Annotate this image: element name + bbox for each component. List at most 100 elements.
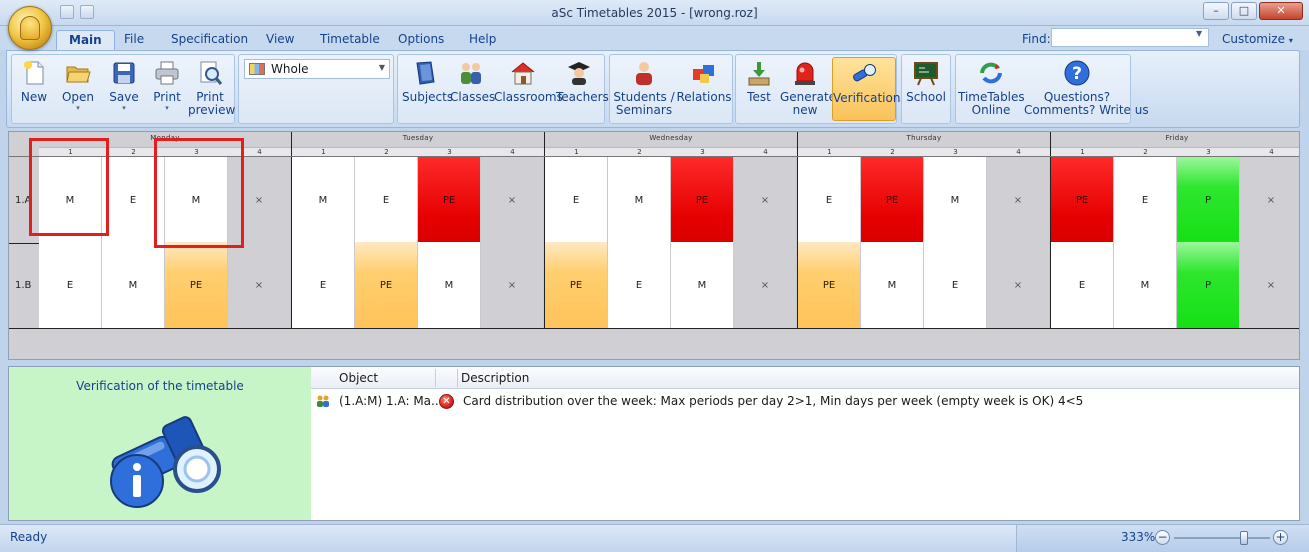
day-header: Thursday	[906, 134, 942, 142]
lesson-card[interactable]: PE	[671, 157, 734, 243]
save-button[interactable]: Save ▾	[104, 59, 144, 112]
relations-button[interactable]: Relations	[676, 59, 732, 104]
timetable-grid: Monday 1 2 3 4 Tuesday 1 2 3 4 Wednesday 1 2 3 4 Thursd…	[8, 131, 1300, 360]
customize-button[interactable]: Customize ▾	[1222, 32, 1293, 46]
lesson-card[interactable]: E	[545, 157, 608, 243]
flashlight-info-icon	[110, 416, 221, 508]
description-column-header[interactable]: Description	[461, 371, 529, 385]
lesson-card[interactable]: E	[924, 242, 987, 328]
tab-timetable[interactable]: Timetable	[308, 30, 392, 50]
test-icon	[748, 62, 770, 86]
table-view-icon	[249, 63, 265, 75]
lesson-card[interactable]: PE	[545, 242, 608, 328]
book-icon	[416, 61, 435, 85]
lesson-card[interactable]: PE	[861, 157, 924, 243]
lesson-card[interactable]: P	[1177, 242, 1240, 328]
window-title: aSc Timetables 2015 - [wrong.roz]	[551, 6, 758, 20]
empty-slot[interactable]: ×	[987, 157, 1050, 243]
lesson-card[interactable]: E	[1051, 242, 1114, 328]
lesson-card[interactable]: M	[608, 157, 671, 243]
open-button[interactable]: Open ▾	[56, 59, 100, 112]
empty-slot[interactable]: ×	[987, 242, 1050, 328]
puzzle-icon	[693, 65, 714, 83]
empty-slot[interactable]: ×	[228, 242, 291, 328]
lesson-card[interactable]: M	[671, 242, 734, 328]
generate-new-button[interactable]: Generate new	[780, 59, 836, 117]
students-seminars-button[interactable]: Students / Seminars	[612, 59, 676, 117]
lesson-card[interactable]: M	[102, 242, 165, 328]
tab-view[interactable]: View	[254, 30, 306, 50]
test-button[interactable]: Test	[740, 59, 778, 104]
lesson-card[interactable]: PE	[798, 242, 861, 328]
zoom-in-button[interactable]: +	[1273, 530, 1288, 545]
app-menu-button[interactable]	[8, 6, 52, 50]
find-input[interactable]	[1051, 28, 1209, 47]
lesson-card[interactable]: P	[1177, 157, 1240, 243]
lesson-card[interactable]: E	[355, 157, 418, 243]
lesson-card[interactable]: PE	[165, 242, 228, 328]
window-controls: – □ ✕	[1203, 2, 1303, 20]
subjects-button[interactable]: Subjects	[402, 59, 453, 104]
lesson-card[interactable]: PE	[355, 242, 418, 328]
blackboard-icon	[914, 62, 938, 86]
tab-file[interactable]: File	[112, 30, 156, 50]
zoom-slider-thumb[interactable]	[1240, 531, 1248, 545]
lesson-card[interactable]: M	[924, 157, 987, 243]
siren-icon	[795, 62, 815, 85]
chevron-down-icon: ▼	[378, 63, 385, 72]
empty-slot[interactable]: ×	[734, 157, 797, 243]
new-file-icon	[24, 61, 44, 85]
minimize-button[interactable]: –	[1203, 2, 1229, 20]
lesson-card[interactable]: PE	[418, 157, 481, 243]
lesson-card[interactable]: E	[39, 242, 102, 328]
day-header: Tuesday	[402, 134, 434, 142]
empty-slot[interactable]: ×	[1240, 242, 1299, 328]
timetables-online-button[interactable]: TimeTables Online	[958, 59, 1025, 117]
find-label: Find:	[1022, 32, 1051, 46]
empty-slot[interactable]: ×	[734, 242, 797, 328]
tab-specification[interactable]: Specification	[159, 30, 260, 50]
zoom-slider[interactable]	[1174, 537, 1270, 539]
print-preview-icon	[200, 61, 223, 85]
printer-icon	[155, 61, 179, 85]
school-button[interactable]: School	[906, 59, 946, 104]
status-text: Ready	[10, 530, 48, 544]
tab-main[interactable]: Main	[56, 30, 115, 50]
ribbon-group-school: School	[901, 54, 951, 124]
empty-slot[interactable]: ×	[481, 242, 544, 328]
lesson-card[interactable]: E	[292, 242, 355, 328]
lesson-card[interactable]: E	[798, 157, 861, 243]
verification-list-item[interactable]: (1.A:M) 1.A: Ma... ✕ Card distribution o…	[311, 391, 1299, 411]
lesson-card[interactable]: E	[608, 242, 671, 328]
maximize-button[interactable]: □	[1231, 2, 1257, 20]
new-button[interactable]: New	[16, 59, 52, 104]
print-preview-button[interactable]: Print preview	[188, 59, 235, 117]
lesson-card[interactable]: M	[418, 242, 481, 328]
teachers-button[interactable]: Teachers	[556, 59, 609, 104]
verification-pane: Verification of the timetable Object Des…	[8, 366, 1300, 521]
print-button[interactable]: Print ▾	[148, 59, 186, 112]
error-icon: ✕	[439, 394, 454, 409]
day-header: Wednesday	[649, 134, 693, 142]
questions-button[interactable]: ? Questions? Comments? Write us	[1024, 59, 1149, 117]
class-row-label[interactable]: 1.B	[9, 280, 39, 291]
tab-options[interactable]: Options	[386, 30, 456, 50]
lesson-card[interactable]: M	[1114, 242, 1177, 328]
tab-help[interactable]: Help	[457, 30, 508, 50]
lesson-card[interactable]: PE	[1051, 157, 1114, 243]
verification-button[interactable]: Verification	[832, 57, 900, 121]
find-dropdown-icon[interactable]: ▼	[1196, 29, 1202, 38]
question-icon: ?	[1064, 60, 1090, 86]
classes-button[interactable]: Classes	[450, 59, 495, 104]
empty-slot[interactable]: ×	[1240, 157, 1299, 243]
classrooms-button[interactable]: Classrooms	[494, 59, 563, 104]
lesson-card[interactable]: M	[292, 157, 355, 243]
object-column-header[interactable]: Object	[339, 371, 378, 385]
conflict-highlight	[154, 138, 244, 248]
lesson-card[interactable]: M	[861, 242, 924, 328]
close-button[interactable]: ✕	[1259, 2, 1303, 20]
lesson-card[interactable]: E	[1114, 157, 1177, 243]
zoom-out-button[interactable]: −	[1155, 530, 1170, 545]
view-select[interactable]: Whole ▼	[244, 59, 390, 79]
empty-slot[interactable]: ×	[481, 157, 544, 243]
